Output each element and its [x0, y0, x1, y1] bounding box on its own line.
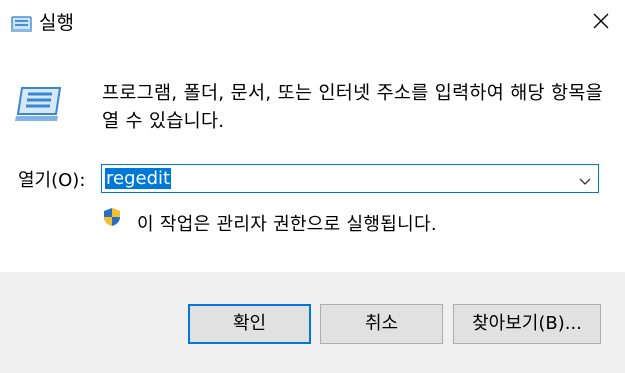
close-button[interactable]	[576, 0, 625, 46]
open-combobox[interactable]: regedit	[101, 164, 599, 193]
admin-note: 이 작업은 관리자 권한으로 실행됩니다.	[137, 214, 437, 235]
run-large-icon	[14, 84, 66, 124]
description-line-2: 열 수 있습니다.	[102, 111, 225, 132]
window-title: 실행	[39, 12, 74, 34]
chevron-down-icon[interactable]	[578, 172, 592, 185]
title-bar[interactable]: 실행	[0, 0, 625, 46]
run-dialog: 실행 프로그램, 폴더, 문서, 또는 인터넷 주소를 입력하여 해당 항목을 …	[0, 0, 625, 373]
ok-button[interactable]: 확인	[188, 304, 311, 344]
description-text: 프로그램, 폴더, 문서, 또는 인터넷 주소를 입력하여 해당 항목을 열 수…	[102, 80, 617, 136]
uac-shield-icon	[103, 207, 121, 227]
cancel-button[interactable]: 취소	[320, 304, 443, 344]
open-label: 열기(O):	[18, 170, 86, 191]
open-input-value[interactable]: regedit	[105, 168, 172, 189]
browse-button[interactable]: 찾아보기(B)...	[453, 304, 601, 344]
run-icon	[10, 14, 34, 34]
close-icon	[593, 13, 609, 33]
description-line-1: 프로그램, 폴더, 문서, 또는 인터넷 주소를 입력하여 해당 항목을	[102, 83, 603, 104]
